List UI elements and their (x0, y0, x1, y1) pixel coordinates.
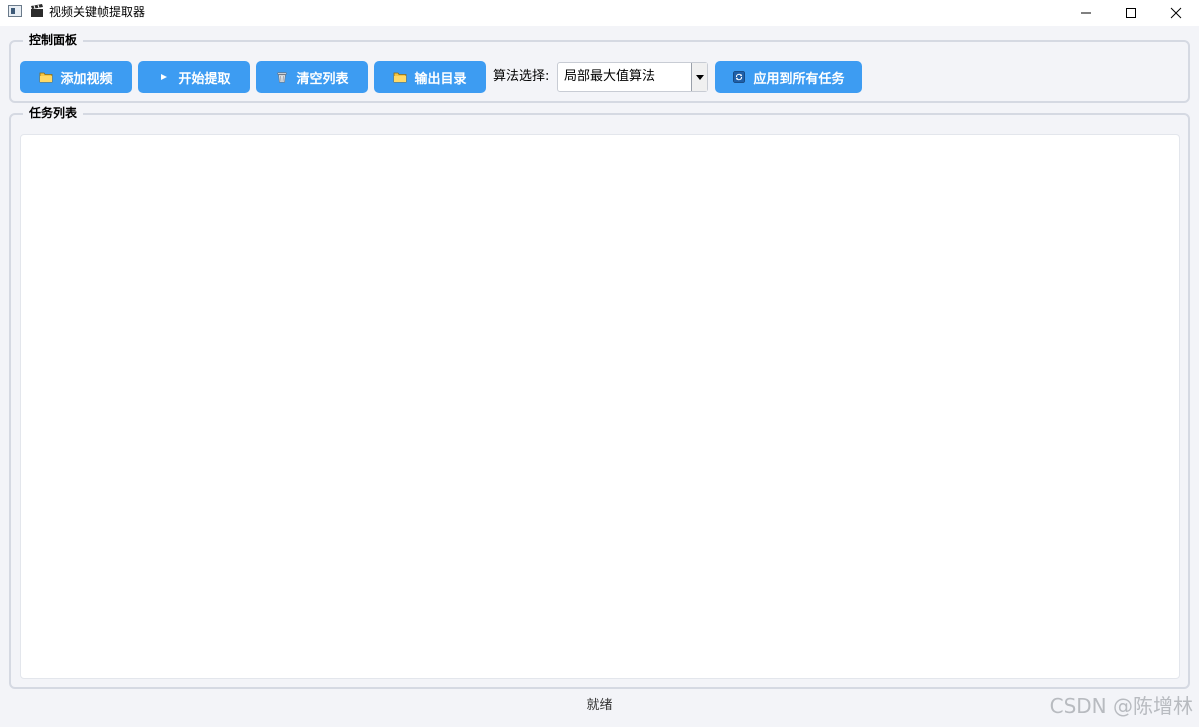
apply-all-label: 应用到所有任务 (753, 71, 845, 87)
minimize-icon (1081, 12, 1091, 14)
algorithm-select[interactable]: 局部最大值算法 (557, 62, 708, 92)
window-title: 视频关键帧提取器 (49, 5, 146, 19)
apply-all-button[interactable]: 应用到所有任务 (715, 61, 862, 93)
folder-icon (394, 72, 407, 83)
clear-list-label: 清空列表 (296, 71, 349, 87)
clear-list-button[interactable]: 清空列表 (256, 61, 368, 93)
algorithm-selected-value: 局部最大值算法 (564, 69, 656, 84)
app-window-icon (8, 5, 22, 17)
watermark: CSDN @陈增林 (1049, 694, 1193, 718)
maximize-icon (1126, 8, 1136, 18)
status-text: 就绪 (586, 698, 613, 713)
title-bar: 视频关键帧提取器 (0, 0, 1199, 26)
clapperboard-icon (31, 4, 43, 17)
start-extract-button[interactable]: 开始提取 (138, 61, 250, 93)
start-extract-label: 开始提取 (178, 71, 231, 87)
close-button[interactable] (1153, 0, 1199, 26)
algorithm-label: 算法选择: (493, 69, 550, 84)
minimize-button[interactable] (1063, 0, 1109, 26)
control-panel-title: 控制面板 (23, 33, 84, 47)
output-dir-label: 输出目录 (414, 71, 467, 87)
maximize-button[interactable] (1108, 0, 1154, 26)
task-list[interactable] (20, 134, 1180, 679)
refresh-icon (733, 71, 746, 83)
task-panel-title: 任务列表 (23, 106, 84, 120)
trash-icon (277, 72, 288, 83)
add-video-label: 添加视频 (60, 71, 113, 87)
folder-icon (40, 72, 53, 83)
add-video-button[interactable]: 添加视频 (20, 61, 132, 93)
dropdown-arrow-icon[interactable] (691, 63, 707, 91)
output-dir-button[interactable]: 输出目录 (374, 61, 486, 93)
play-icon (161, 74, 168, 80)
close-icon (1170, 7, 1182, 19)
